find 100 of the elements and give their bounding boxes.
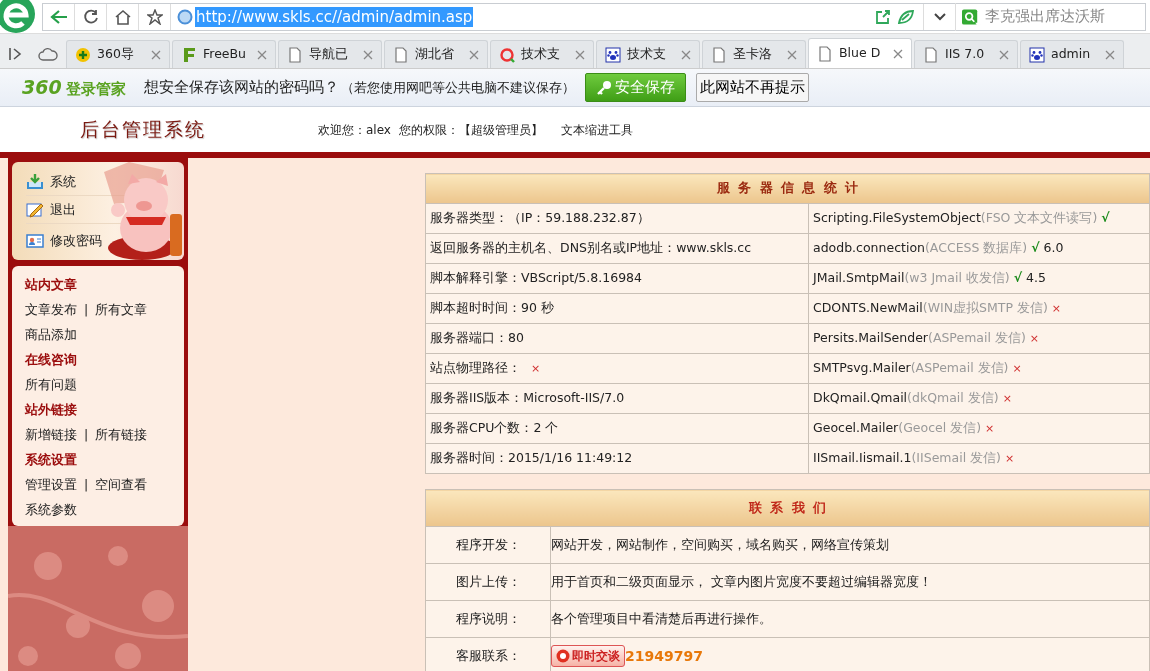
leaf-icon[interactable] <box>897 8 915 25</box>
close-icon[interactable] <box>787 49 797 60</box>
browser-tab[interactable]: 360导 <box>66 40 170 68</box>
table-cell: 服务器时间：2015/1/16 11:49:12 <box>425 443 809 474</box>
page-icon <box>393 46 409 63</box>
separator-text: | <box>84 426 89 444</box>
share-icon[interactable] <box>875 8 891 25</box>
table-cell: Scripting.FileSystemObject(FSO 文本文件读写) √ <box>808 203 1150 234</box>
paw-icon <box>605 46 621 63</box>
table-cell: Geocel.Mailer(Geocel 发信) × <box>808 413 1150 444</box>
table-cell: 图片上传： <box>425 563 551 601</box>
browser-tab[interactable]: IIS 7.0 <box>914 40 1018 68</box>
page-icon <box>923 46 939 63</box>
key-icon <box>595 79 612 96</box>
nav-section-title: 在线咨询 <box>25 351 78 369</box>
separator-text: | <box>84 301 89 319</box>
close-icon[interactable] <box>893 48 903 59</box>
password-manager-logo: 360 登录管家 <box>22 75 126 101</box>
quick-menu-item[interactable]: 系统 <box>26 168 144 196</box>
search-field[interactable]: 李克强出席达沃斯 <box>955 2 1145 31</box>
prompt-note: （若您使用网吧等公共电脑不建议保存） <box>340 78 575 97</box>
nav-link[interactable]: 文章发布 <box>25 297 77 322</box>
browser-logo-icon[interactable] <box>0 0 36 34</box>
table-cell: CDONTS.NewMail(WIN虚拟SMTP 发信) × <box>808 293 1150 324</box>
nav-section-title: 站内文章 <box>25 276 78 294</box>
table-cell: JMail.SmtpMail(w3 Jmail 收发信) √ 4.5 <box>808 263 1150 294</box>
save-password-prompt: 想安全保存该网站的密码吗？ <box>143 77 339 99</box>
nav-link[interactable]: 系统参数 <box>25 497 77 522</box>
close-icon[interactable] <box>575 49 585 60</box>
page-icon <box>817 45 833 62</box>
close-icon[interactable] <box>363 49 373 60</box>
close-icon[interactable] <box>681 49 691 60</box>
chevron-down-icon <box>932 11 947 22</box>
table-cell: Persits.MailSender(ASPemail 发信) × <box>808 323 1150 354</box>
browser-tab[interactable]: Blue D <box>808 38 912 68</box>
globe-icon <box>177 8 193 25</box>
nav-link[interactable]: 商品添加 <box>25 322 77 347</box>
table-cell: 服务器端口：80 <box>425 323 809 354</box>
table-header: 联 系 我 们 <box>425 489 1150 527</box>
star-icon <box>146 8 163 25</box>
table-cell: 服务器IIS版本：Microsoft-IIS/7.0 <box>425 383 809 414</box>
back-arrow-icon <box>49 8 68 25</box>
table-cell: 站点物理路径： × <box>425 353 809 384</box>
sidebar-toggle-icon[interactable] <box>8 47 22 61</box>
browser-tab[interactable]: 技术支 <box>490 40 594 68</box>
ring-icon <box>499 46 515 63</box>
close-icon[interactable] <box>469 49 479 60</box>
browser-tab[interactable]: 导航已 <box>278 40 382 68</box>
nav-section-title: 站外链接 <box>25 401 78 419</box>
table-cell: 程序说明： <box>425 600 551 638</box>
nav-link[interactable]: 管理设置 <box>25 472 77 497</box>
separator-text: | <box>84 476 89 494</box>
table-header: 服 务 器 信 息 统 计 <box>425 173 1150 204</box>
close-icon[interactable] <box>151 49 161 60</box>
nav-link[interactable]: 所有问题 <box>25 372 77 397</box>
indent-tool-link[interactable]: 文本缩进工具 <box>560 120 633 139</box>
qq-number: 21949797 <box>625 648 703 664</box>
close-icon[interactable] <box>1105 49 1115 60</box>
table-cell: 服务器类型：（IP：59.188.232.87） <box>425 203 809 234</box>
refresh-icon <box>82 8 99 25</box>
nav-link[interactable]: 所有链接 <box>95 422 148 447</box>
table-cell: 用于首页和二级页面显示， 文章内图片宽度不要超过编辑器宽度！ <box>550 563 1150 601</box>
close-icon[interactable] <box>257 49 267 60</box>
plus-ball-icon <box>75 46 91 63</box>
table-cell: 脚本超时时间：90 秒 <box>425 293 809 324</box>
table-cell: SMTPsvg.Mailer(ASPemail 发信) × <box>808 353 1150 384</box>
nav-link[interactable]: 空间查看 <box>95 472 148 497</box>
chat-icon <box>556 649 570 663</box>
nav-section-title: 系统设置 <box>25 451 78 469</box>
welcome-text: 欢迎您：alex 您的权限：【超级管理员】 <box>318 121 543 139</box>
table-cell: DkQmail.Qmail(dkQmail 发信) × <box>808 383 1150 414</box>
browser-tab[interactable]: admin <box>1020 40 1124 68</box>
close-icon[interactable] <box>999 49 1009 60</box>
cloud-icon[interactable] <box>38 47 58 61</box>
id-card-icon <box>26 232 44 250</box>
table-cell: IISmail.Iismail.1(IISemail 发信) × <box>808 443 1150 474</box>
nav-link[interactable]: 新增链接 <box>25 422 77 447</box>
table-cell: 网站开发，网站制作，空间购买，域名购买，网络宣传策划 <box>550 526 1150 564</box>
table-cell: 返回服务器的主机名、DNS别名或IP地址：www.skls.cc <box>425 233 809 264</box>
quick-menu-item[interactable]: 修改密码 <box>26 224 144 258</box>
table-cell: 脚本解释引擎：VBScript/5.8.16984 <box>425 263 809 294</box>
table-cell: 客服联系： <box>425 637 551 671</box>
table-cell: 程序开发： <box>425 526 551 564</box>
dismiss-button[interactable]: 此网站不再提示 <box>695 73 809 102</box>
tray-icon <box>26 172 44 191</box>
home-icon <box>114 8 131 25</box>
chat-button[interactable]: 即时交谈 <box>551 645 625 667</box>
browser-tab[interactable]: 湖北省 <box>384 40 488 68</box>
paw-icon <box>1029 46 1045 63</box>
page-icon <box>287 46 303 63</box>
logo-icon <box>181 46 197 63</box>
table-cell: 各个管理项目中看清楚后再进行操作。 <box>550 600 1150 638</box>
pencil-icon <box>26 200 44 219</box>
browser-tab[interactable]: 技术支 <box>596 40 700 68</box>
table-cell: 服务器CPU个数：2 个 <box>425 413 809 444</box>
browser-tab[interactable]: FreeBu <box>172 40 276 68</box>
site-title: 后台管理系统 <box>79 117 207 143</box>
browser-tab[interactable]: 圣卡洛 <box>702 40 806 68</box>
quick-menu-item[interactable]: 退出 <box>26 196 144 224</box>
nav-link[interactable]: 所有文章 <box>95 297 148 322</box>
